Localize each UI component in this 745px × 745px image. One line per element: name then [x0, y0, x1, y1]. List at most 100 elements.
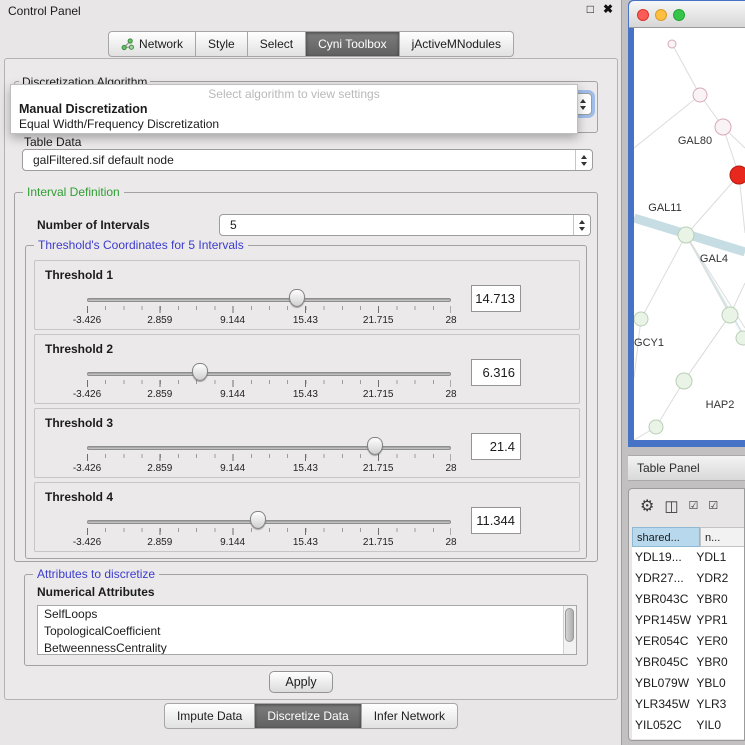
network-view-window: GAL80GAL11GAL4GCY1HAP2 [628, 0, 745, 447]
combo-stepper-icon[interactable] [575, 150, 592, 170]
threshold-panel-3: Threshold 3-3.4262.8599.14415.4321.71528… [34, 408, 580, 478]
scale-label: 21.715 [363, 463, 394, 474]
slider-major-ticks [87, 306, 451, 313]
tab-infer-network[interactable]: Infer Network [362, 703, 458, 729]
close-window-icon[interactable]: ✖ [603, 2, 613, 16]
network-node[interactable] [715, 119, 731, 135]
top-tab-bar: NetworkStyleSelect Cyni Toolbox jActiveMNo… [0, 31, 622, 57]
zoom-traffic-light[interactable] [673, 9, 685, 21]
number-of-intervals-value: 5 [220, 218, 573, 232]
table-row[interactable]: YLR345WYLR3 [632, 694, 744, 715]
screen: Control Panel □ ✖ NetworkStyleSelectCyni… [0, 0, 745, 745]
attributes-group: Attributes to discretize Numerical Attri… [24, 574, 588, 666]
cell-shared-name: YDR27... [632, 568, 691, 589]
tab-label: Cyni Toolbox [318, 37, 386, 51]
numerical-attributes-list[interactable]: SelfLoopsTopologicalCoefficientBetweenne… [37, 605, 577, 655]
tab-label: Discretize Data [267, 709, 348, 723]
columns-icon[interactable]: ◫ [664, 497, 678, 515]
apply-button[interactable]: Apply [269, 671, 333, 693]
scrollbar-thumb[interactable] [565, 608, 574, 642]
tab-discretize-data[interactable]: Discretize Data [255, 703, 361, 729]
network-node[interactable] [634, 312, 648, 326]
attribute-list-item[interactable]: SelfLoops [38, 606, 576, 623]
network-node[interactable] [678, 227, 694, 243]
tab-network[interactable]: Network [108, 31, 196, 57]
network-edge [672, 44, 700, 95]
float-window-icon[interactable]: □ [587, 2, 594, 16]
combo-stepper-icon[interactable] [573, 215, 590, 235]
slider-thumb[interactable] [367, 437, 383, 455]
cell-name: YIL0 [691, 715, 744, 736]
thresholds-legend: Threshold's Coordinates for 5 Intervals [34, 238, 248, 252]
cyni-toolbox-panel: Discretization Algorithm Select algorith… [4, 58, 618, 700]
attribute-list-item[interactable]: TopologicalCoefficient [38, 623, 576, 640]
network-node[interactable] [668, 40, 676, 48]
tab-jactivemnodules[interactable]: jActiveMNodules [400, 31, 514, 57]
network-node[interactable] [736, 331, 745, 345]
scale-label: 28 [445, 389, 456, 400]
cell-name: YLR3 [691, 694, 744, 715]
table-toolbar: ⚙ ◫ ☑ ☑ [629, 492, 744, 519]
slider-track [87, 446, 451, 450]
threshold-slider[interactable]: -3.4262.8599.14415.4321.71528 [87, 287, 451, 327]
number-of-intervals-combobox[interactable]: 5 [219, 214, 591, 236]
table-data-value: galFiltered.sif default node [23, 153, 575, 167]
slider-major-ticks [87, 528, 451, 535]
attribute-list-item[interactable]: BetweennessCentrality [38, 640, 576, 655]
table-row[interactable]: YPR145WYPR1 [632, 610, 744, 631]
column-header[interactable]: shared... [632, 527, 700, 547]
table-row[interactable]: YER054CYER0 [632, 631, 744, 652]
network-graph[interactable]: GAL80GAL11GAL4GCY1HAP2 [634, 28, 745, 440]
threshold-value-field[interactable]: 6.316 [471, 359, 521, 386]
select-none-icon[interactable]: ☑ [708, 499, 718, 512]
slider-track [87, 372, 451, 376]
column-header[interactable]: n... [700, 527, 745, 547]
scale-label: -3.426 [73, 389, 101, 400]
threshold-slider[interactable]: -3.4262.8599.14415.4321.71528 [87, 435, 451, 475]
tab-impute-data[interactable]: Impute Data [164, 703, 255, 729]
dropdown-option[interactable]: Manual Discretization [11, 101, 577, 116]
table-row[interactable]: YDL19...YDL1 [632, 547, 744, 568]
cell-name: YBR0 [691, 652, 744, 673]
table-row[interactable]: YIL052CYIL0 [632, 715, 744, 736]
threshold-value-field[interactable]: 14.713 [471, 285, 521, 312]
slider-thumb[interactable] [192, 363, 208, 381]
slider-scale: -3.4262.8599.14415.4321.71528 [87, 537, 451, 549]
threshold-slider[interactable]: -3.4262.8599.14415.4321.71528 [87, 361, 451, 401]
slider-thumb[interactable] [250, 511, 266, 529]
network-node[interactable] [730, 166, 745, 184]
scale-label: -3.426 [73, 315, 101, 326]
slider-thumb[interactable] [289, 289, 305, 307]
select-all-icon[interactable]: ☑ [689, 499, 699, 512]
network-node[interactable] [722, 307, 738, 323]
bottom-tab-bar: Impute Data Discretize Data Infer Network [0, 703, 622, 729]
scale-label: 21.715 [363, 315, 394, 326]
table-row[interactable]: YBR043CYBR0 [632, 589, 744, 610]
tab-select[interactable]: Select [248, 31, 306, 57]
tab-style[interactable]: Style [196, 31, 248, 57]
node-label: GAL11 [648, 202, 681, 214]
network-node[interactable] [693, 88, 707, 102]
cell-shared-name: YBR043C [632, 589, 691, 610]
network-icon [121, 38, 134, 51]
threshold-slider[interactable]: -3.4262.8599.14415.4321.71528 [87, 509, 451, 549]
table-row[interactable]: YDR27...YDR2 [632, 568, 744, 589]
network-node[interactable] [649, 420, 663, 434]
minimize-traffic-light[interactable] [655, 9, 667, 21]
scale-label: 28 [445, 537, 456, 548]
threshold-value-field[interactable]: 21.4 [471, 433, 521, 460]
dropdown-option[interactable]: Equal Width/Frequency Discretization [11, 116, 577, 131]
table-data-combobox[interactable]: galFiltered.sif default node [22, 149, 593, 171]
close-traffic-light[interactable] [637, 9, 649, 21]
network-canvas[interactable]: GAL80GAL11GAL4GCY1HAP2 [634, 28, 745, 440]
threshold-label: Threshold 1 [45, 268, 113, 282]
network-node[interactable] [676, 373, 692, 389]
tab-cyni-toolbox[interactable]: Cyni Toolbox [306, 31, 399, 57]
gear-icon[interactable]: ⚙ [640, 496, 654, 516]
table-row[interactable]: YBR045CYBR0 [632, 652, 744, 673]
list-scrollbar[interactable] [563, 606, 576, 654]
scale-label: 2.859 [147, 463, 172, 474]
table-row[interactable]: YBL079WYBL0 [632, 673, 744, 694]
thresholds-group: Threshold's Coordinates for 5 Intervals … [25, 245, 587, 559]
threshold-value-field[interactable]: 11.344 [471, 507, 521, 534]
